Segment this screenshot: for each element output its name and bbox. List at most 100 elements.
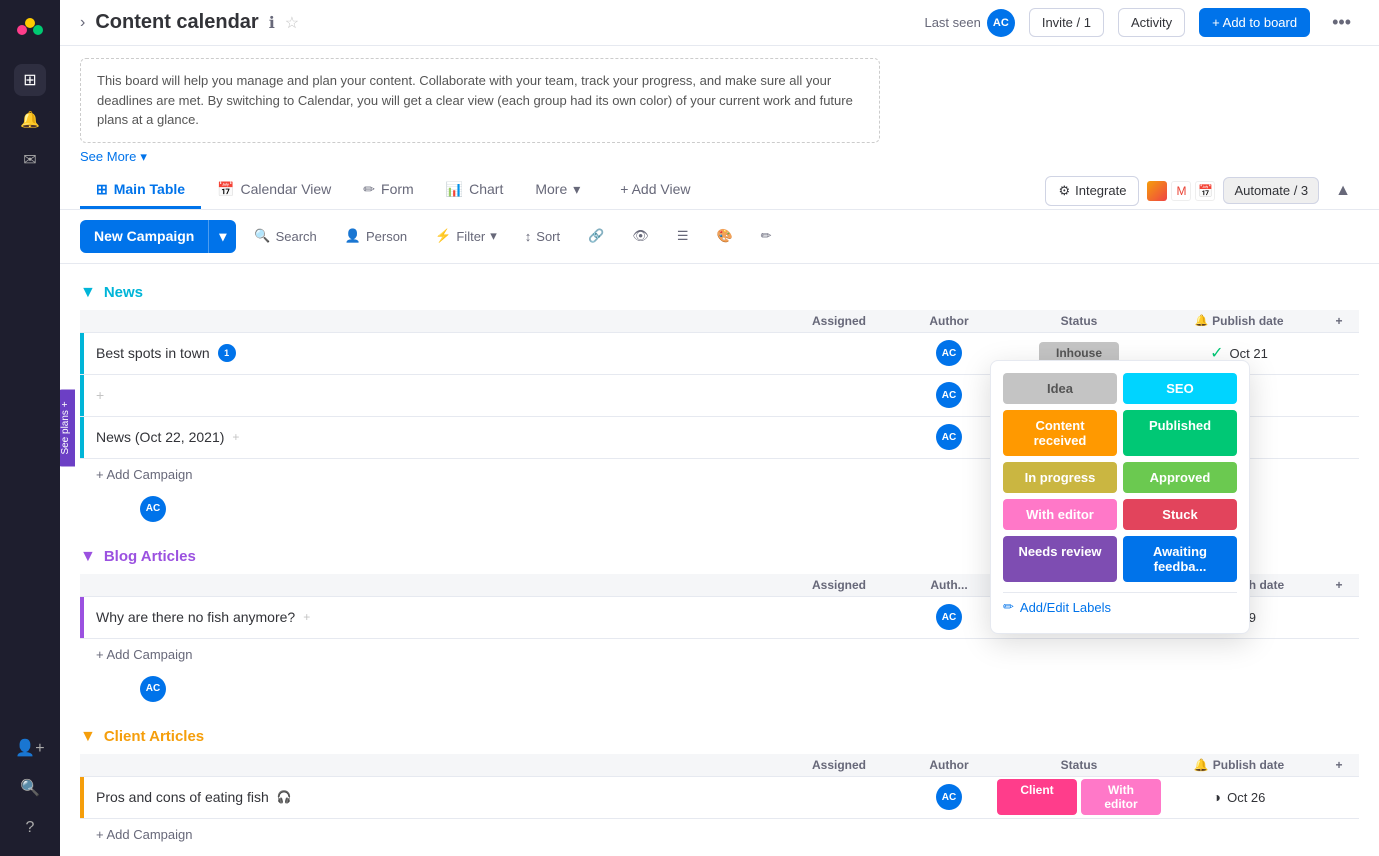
tab-chart[interactable]: 📊 Chart xyxy=(430,173,520,209)
status-badge-with-editor[interactable]: With editor xyxy=(1081,779,1161,815)
header: › Content calendar ℹ ☆ Last seen AC Invi… xyxy=(60,0,1379,46)
nav-bell-icon[interactable]: 🔔 xyxy=(14,104,46,136)
last-seen-avatar: AC xyxy=(987,9,1015,37)
group-news-expand-icon[interactable]: ▼ xyxy=(80,284,96,302)
info-icon[interactable]: ℹ xyxy=(269,13,275,33)
status-option-content-received[interactable]: Content received xyxy=(1003,410,1117,456)
invite-button[interactable]: Invite / 1 xyxy=(1029,8,1104,37)
more-options-icon[interactable]: ••• xyxy=(1324,8,1359,37)
integrate-button[interactable]: ⚙ Integrate xyxy=(1045,176,1139,206)
collapse-icon[interactable]: ▲ xyxy=(1327,178,1359,204)
col-header-add-news[interactable]: + xyxy=(1319,314,1359,328)
nav-inbox-icon[interactable]: ✉ xyxy=(14,144,46,176)
edit-icon[interactable]: ✏ xyxy=(751,222,782,250)
status-option-idea[interactable]: Idea xyxy=(1003,373,1117,404)
link-icon[interactable]: 🔗 xyxy=(578,222,614,250)
status-option-published[interactable]: Published xyxy=(1123,410,1237,456)
row-height-icon[interactable]: ☰ xyxy=(667,222,699,250)
row-publish-eating-fish: ◑ Oct 26 xyxy=(1159,789,1319,805)
group-news-title[interactable]: News xyxy=(104,284,143,301)
add-edit-labels-button[interactable]: ✏ Add/Edit Labels xyxy=(1003,592,1237,621)
add-campaign-client[interactable]: + Add Campaign xyxy=(80,819,1359,850)
paint-icon[interactable]: 🎨 xyxy=(706,222,742,250)
nav-home-icon[interactable]: ⊞ xyxy=(14,64,46,96)
tab-more[interactable]: More ▾ xyxy=(519,173,596,209)
table-row-eating-fish: Pros and cons of eating fish 🎧 AC Client… xyxy=(80,777,1359,819)
status-option-awaiting[interactable]: Awaiting feedba... xyxy=(1123,536,1237,582)
author-avatar-1: AC xyxy=(936,340,962,366)
integrate-area: ⚙ Integrate M 📅 Automate / 3 ▲ xyxy=(1045,176,1359,206)
person-button[interactable]: 👤 Person xyxy=(335,222,417,250)
news-summary-avatar: AC xyxy=(140,496,166,522)
tab-main-table[interactable]: ⊞ Main Table xyxy=(80,173,201,209)
tab-add-view[interactable]: + Add View xyxy=(604,173,706,208)
group-blog-title[interactable]: Blog Articles xyxy=(104,548,196,565)
nav-add-icon[interactable]: 👤+ xyxy=(14,732,46,764)
app-logo[interactable] xyxy=(12,12,48,48)
publish-date-1: Oct 21 xyxy=(1230,346,1268,361)
nav-help-icon[interactable]: ? xyxy=(14,812,46,844)
chevron-down-icon: ▾ xyxy=(140,149,147,165)
table-icon: ⊞ xyxy=(96,181,108,198)
new-campaign-dropdown-icon[interactable]: ▾ xyxy=(208,220,236,253)
sort-button[interactable]: ↕ Sort xyxy=(515,223,570,250)
tab-form[interactable]: ✏ Form xyxy=(347,173,429,209)
gcal-icon[interactable]: 📅 xyxy=(1195,181,1215,201)
gmail-icon[interactable]: M xyxy=(1171,181,1191,201)
filter-button[interactable]: ⚡ Filter ▾ xyxy=(425,222,507,250)
bell-col-icon: 🔔 xyxy=(1194,314,1208,327)
calendar-icon: 📅 xyxy=(217,181,234,198)
activity-button[interactable]: Activity xyxy=(1118,8,1185,37)
col-header-publish-news: 🔔 Publish date xyxy=(1159,314,1319,328)
col-header-add-client[interactable]: + xyxy=(1319,758,1359,772)
col-header-author-news: Author xyxy=(899,314,999,328)
page-title: Content calendar xyxy=(95,11,258,34)
new-campaign-button[interactable]: New Campaign ▾ xyxy=(80,220,236,253)
integrate-icons: M 📅 xyxy=(1147,181,1215,201)
add-person-icon: + xyxy=(96,387,104,403)
add-to-board-button[interactable]: + Add to board xyxy=(1199,8,1310,37)
row-name-eating-fish[interactable]: Pros and cons of eating fish 🎧 xyxy=(84,779,779,815)
integrate-icon: ⚙ xyxy=(1058,183,1070,199)
group-client-title[interactable]: Client Articles xyxy=(104,728,204,745)
status-option-with-editor[interactable]: With editor xyxy=(1003,499,1117,530)
col-header-add-blog[interactable]: + xyxy=(1319,578,1359,592)
col-header-name-client xyxy=(84,761,779,769)
status-dropdown[interactable]: Idea SEO Content received Published In p… xyxy=(990,360,1250,634)
client-summary-row: AC xyxy=(80,850,1359,856)
comment-badge[interactable]: 1 xyxy=(218,344,236,362)
view-tabs: ⊞ Main Table 📅 Calendar View ✏ Form 📊 Ch… xyxy=(60,165,1379,210)
status-option-in-progress[interactable]: In progress xyxy=(1003,462,1117,493)
collapse-sidebar-icon[interactable]: › xyxy=(80,14,85,32)
author-avatar-published: AC xyxy=(936,382,962,408)
row-name-news-oct[interactable]: News (Oct 22, 2021) + xyxy=(84,419,779,455)
group-client-expand-icon[interactable]: ▼ xyxy=(80,728,96,746)
row-name-fish[interactable]: Why are there no fish anymore? + xyxy=(84,599,779,635)
search-button[interactable]: 🔍 Search xyxy=(244,222,326,250)
nav-search-icon[interactable]: 🔍 xyxy=(14,772,46,804)
last-seen-label: Last seen xyxy=(924,15,980,30)
status-option-approved[interactable]: Approved xyxy=(1123,462,1237,493)
half-circle-icon: ◑ xyxy=(1213,789,1221,805)
status-option-seo[interactable]: SEO xyxy=(1123,373,1237,404)
see-more-button[interactable]: See More ▾ xyxy=(80,149,1359,165)
col-header-name-blog xyxy=(84,581,779,589)
bell-col-icon-client: 🔔 xyxy=(1194,758,1209,772)
status-option-stuck[interactable]: Stuck xyxy=(1123,499,1237,530)
automate-button[interactable]: Automate / 3 xyxy=(1223,177,1319,204)
status-option-needs-review[interactable]: Needs review xyxy=(1003,536,1117,582)
monday-icon[interactable] xyxy=(1147,181,1167,201)
row-author-news-oct: AC xyxy=(899,424,999,450)
hide-icon[interactable]: 👁 xyxy=(622,222,659,250)
add-campaign-blog[interactable]: + Add Campaign xyxy=(80,639,1359,670)
add-icon-news-oct: + xyxy=(232,430,239,444)
author-avatar-fish: AC xyxy=(936,604,962,630)
row-status-eating-fish[interactable]: Client With editor xyxy=(999,779,1159,815)
tab-calendar-view[interactable]: 📅 Calendar View xyxy=(201,173,347,209)
row-name-published[interactable]: + xyxy=(84,377,779,413)
group-blog-expand-icon[interactable]: ▼ xyxy=(80,548,96,566)
status-badge-client[interactable]: Client xyxy=(997,779,1077,815)
star-icon[interactable]: ☆ xyxy=(285,13,299,33)
add-icon-fish: + xyxy=(303,610,310,624)
row-name-best-spots[interactable]: Best spots in town 1 xyxy=(84,334,779,372)
